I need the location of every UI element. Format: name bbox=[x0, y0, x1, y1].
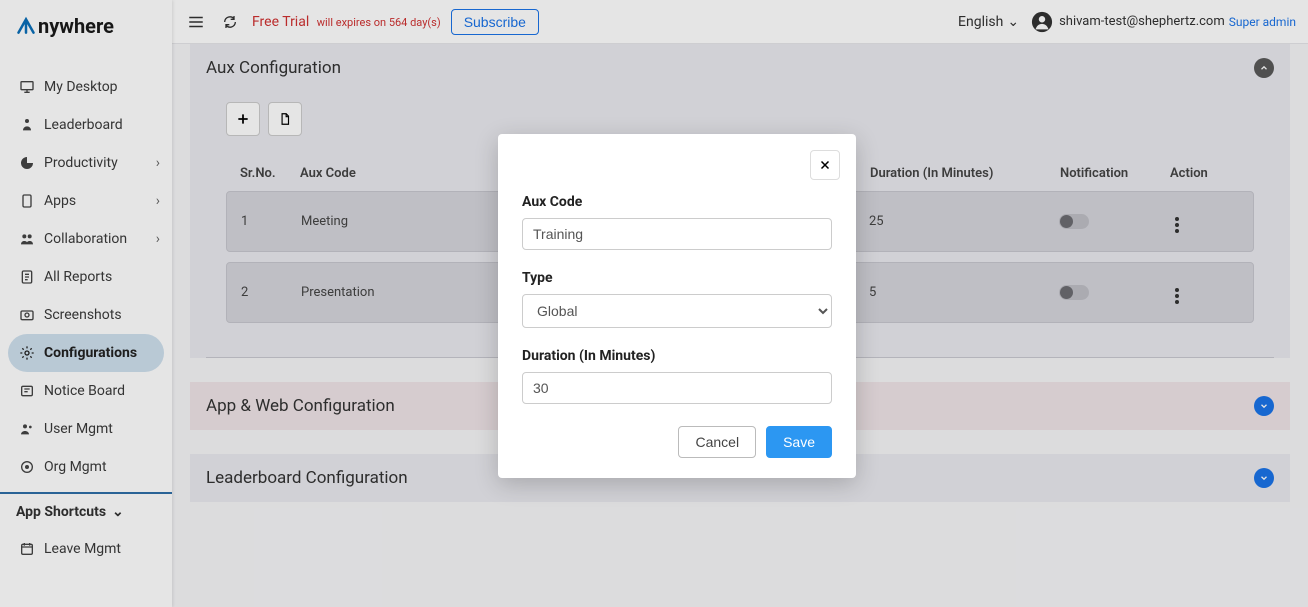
type-label: Type bbox=[522, 270, 832, 286]
save-button[interactable]: Save bbox=[766, 426, 832, 458]
modal-close-button[interactable] bbox=[810, 150, 840, 180]
duration-input[interactable] bbox=[522, 372, 832, 404]
aux-code-label: Aux Code bbox=[522, 194, 832, 210]
cancel-button[interactable]: Cancel bbox=[678, 426, 756, 458]
duration-label: Duration (In Minutes) bbox=[522, 348, 832, 364]
aux-code-input[interactable] bbox=[522, 218, 832, 250]
type-select[interactable]: Global bbox=[522, 294, 832, 328]
close-icon bbox=[819, 159, 831, 171]
aux-code-modal: Aux Code Type Global Duration (In Minute… bbox=[498, 134, 856, 478]
